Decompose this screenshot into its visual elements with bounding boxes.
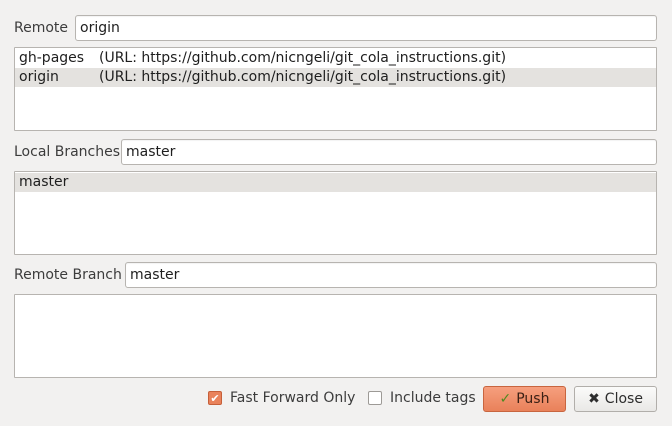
list-item[interactable]: gh-pages (URL: https://github.com/nicnge… — [15, 49, 656, 68]
remote-branch-input[interactable]: master — [125, 262, 657, 288]
remote-branch-label: Remote Branch — [14, 267, 122, 283]
checkbox-unchecked-icon[interactable] — [368, 391, 382, 405]
include-tags-checkbox[interactable]: Include tags — [368, 388, 476, 408]
list-item[interactable]: origin (URL: https://github.com/nicngeli… — [15, 68, 656, 87]
remote-input[interactable]: origin — [75, 15, 657, 41]
close-button[interactable]: ✖ Close — [574, 386, 657, 412]
check-icon: ✓ — [499, 391, 512, 407]
local-branches-input[interactable]: master — [121, 139, 657, 165]
branch-name: master — [19, 174, 69, 190]
local-branches-label: Local Branches — [14, 144, 121, 160]
remote-name: gh-pages — [19, 50, 85, 66]
checkbox-checked-icon[interactable]: ✔ — [208, 391, 222, 405]
push-button-label: Push — [516, 391, 550, 407]
remote-url: (URL: https://github.com/nicngeli/git_co… — [99, 50, 507, 66]
x-icon: ✖ — [588, 391, 600, 407]
include-tags-label: Include tags — [390, 390, 476, 406]
remotes-list[interactable]: gh-pages (URL: https://github.com/nicnge… — [14, 47, 657, 131]
local-branches-list[interactable]: master — [14, 171, 657, 255]
push-button[interactable]: ✓ Push — [483, 386, 566, 412]
close-button-label: Close — [604, 391, 643, 407]
list-item[interactable]: master — [15, 173, 656, 192]
remote-url: (URL: https://github.com/nicngeli/git_co… — [99, 69, 507, 85]
remote-name: origin — [19, 69, 59, 85]
fast-forward-only-checkbox[interactable]: ✔ Fast Forward Only — [208, 388, 355, 408]
fast-forward-only-label: Fast Forward Only — [230, 390, 356, 406]
remote-branches-list[interactable] — [14, 294, 657, 378]
remote-label: Remote — [14, 20, 69, 36]
